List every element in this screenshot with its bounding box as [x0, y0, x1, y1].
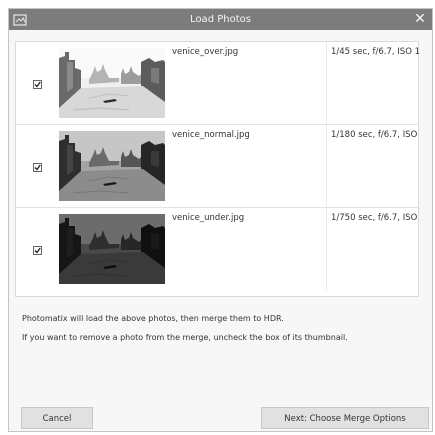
photo-row: venice_normal.jpg 1/180 sec, f/6.7, ISO …: [16, 125, 419, 208]
window-title: Load Photos: [190, 14, 251, 25]
photo-exif: 1/45 sec, f/6.7, ISO 100: [331, 47, 419, 57]
photo-row: venice_over.jpg 1/45 sec, f/6.7, ISO 100: [16, 42, 419, 125]
photo-exif: 1/750 sec, f/6.7, ISO 100: [331, 213, 419, 223]
photo-list: venice_over.jpg 1/45 sec, f/6.7, ISO 100: [15, 41, 419, 297]
photo-checkbox[interactable]: [33, 246, 42, 255]
next-choose-merge-options-button[interactable]: Next: Choose Merge Options: [261, 407, 429, 429]
photo-filename: venice_under.jpg: [172, 213, 245, 223]
load-photos-dialog: Load Photos ✕ venice_over.jpg 1/45 sec, …: [8, 8, 433, 432]
exif-cell: 1/45 sec, f/6.7, ISO 100: [326, 42, 419, 124]
exif-cell: 1/180 sec, f/6.7, ISO 100: [326, 125, 419, 207]
photo-thumbnail[interactable]: [59, 214, 165, 284]
merge-info-text: Photomatix will load the above photos, t…: [22, 314, 284, 323]
photo-thumbnail[interactable]: [59, 131, 165, 201]
title-bar[interactable]: Load Photos ✕: [9, 9, 432, 30]
photo-filename: venice_over.jpg: [172, 47, 239, 57]
close-icon[interactable]: ✕: [412, 9, 428, 30]
photo-thumbnail[interactable]: [59, 48, 165, 118]
cancel-button[interactable]: Cancel: [21, 407, 93, 429]
photo-exif: 1/180 sec, f/6.7, ISO 100: [331, 130, 419, 140]
exif-cell: 1/750 sec, f/6.7, ISO 100: [326, 208, 419, 291]
photo-checkbox[interactable]: [33, 80, 42, 89]
photo-checkbox[interactable]: [33, 163, 42, 172]
uncheck-hint-text: If you want to remove a photo from the m…: [22, 333, 348, 342]
photo-filename: venice_normal.jpg: [172, 130, 250, 140]
photo-row: venice_under.jpg 1/750 sec, f/6.7, ISO 1…: [16, 208, 419, 291]
